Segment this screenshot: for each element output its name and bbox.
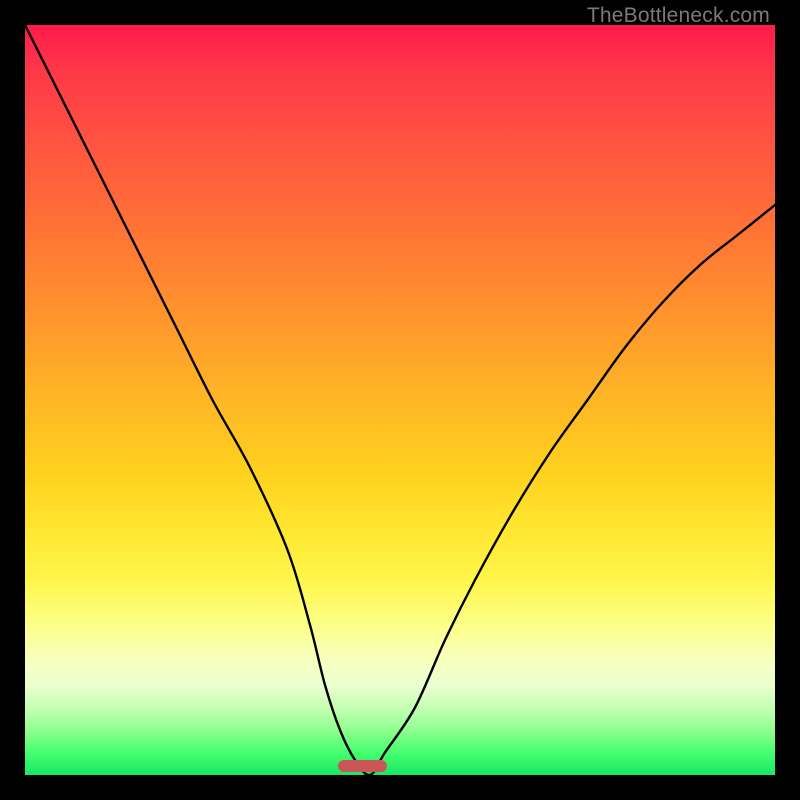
- bottleneck-curve: [25, 25, 775, 775]
- optimal-range-marker: [338, 760, 387, 772]
- chart-frame: TheBottleneck.com: [0, 0, 800, 800]
- plot-area: [25, 25, 775, 775]
- watermark-text: TheBottleneck.com: [587, 4, 770, 28]
